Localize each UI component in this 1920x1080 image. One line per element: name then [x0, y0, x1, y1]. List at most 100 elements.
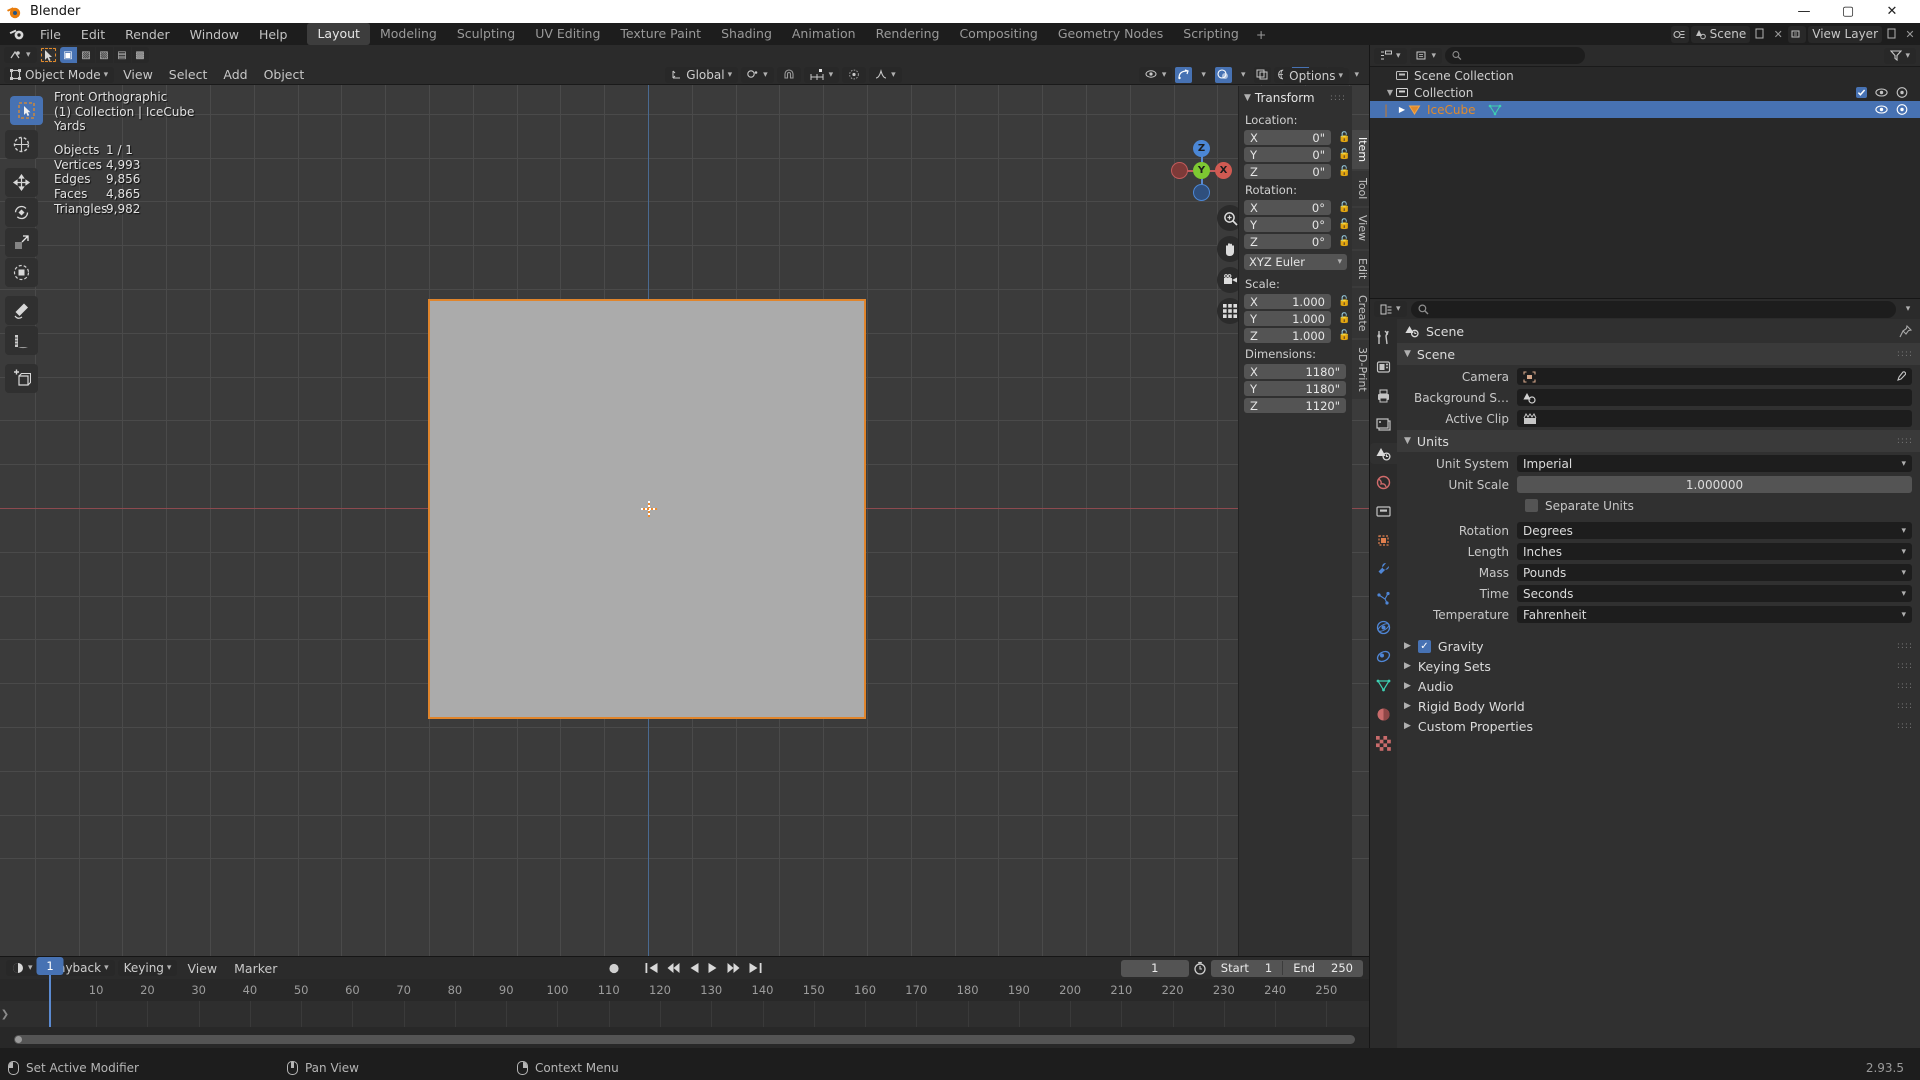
workspace-tab-layout[interactable]: Layout [307, 23, 370, 45]
rotation-x-field[interactable]: X 0° [1244, 200, 1331, 215]
lock-scale-x-icon[interactable]: 🔓 [1337, 296, 1352, 307]
timeline-menu-keying[interactable]: Keying ▾ [117, 960, 178, 976]
falloff-dropdown[interactable]: ▾ [869, 66, 902, 83]
menu-render[interactable]: Render [115, 25, 180, 44]
outliner-row-icecube[interactable]: | ▶ IceCube [1370, 101, 1920, 118]
pin-icon[interactable] [1899, 324, 1912, 338]
tool-cursor[interactable] [5, 130, 38, 159]
mode-selector[interactable]: Object Mode ▾ [4, 66, 115, 83]
current-frame-field[interactable]: 1 [1120, 959, 1189, 977]
properties-tab-object[interactable] [1373, 530, 1394, 551]
scene-browse-icon[interactable] [1670, 25, 1689, 43]
view-layer-field[interactable]: View Layer [1808, 25, 1882, 43]
temperature-units-dropdown[interactable]: Fahrenheit ▾ [1517, 606, 1912, 623]
snap-target-dropdown[interactable]: ▾ [803, 66, 840, 83]
gizmo-axis-neg-x[interactable] [1171, 162, 1188, 179]
pivot-point-dropdown[interactable]: ▾ [741, 66, 774, 83]
tool-measure[interactable] [5, 326, 38, 355]
gizmo-axis-x[interactable]: X [1215, 162, 1232, 179]
play-button[interactable] [707, 962, 718, 974]
lock-location-z-icon[interactable]: 🔓 [1337, 166, 1352, 177]
next-keyframe-button[interactable] [726, 962, 740, 974]
sidebar-tab-tool[interactable]: Tool [1352, 171, 1369, 207]
time-units-dropdown[interactable]: Seconds ▾ [1517, 585, 1912, 602]
sidebar-tab-edit[interactable]: Edit [1352, 250, 1369, 286]
properties-tab-view-layer[interactable] [1373, 414, 1394, 435]
sidebar-tab-3d-print[interactable]: 3D-Print [1352, 340, 1369, 400]
proportional-edit-button[interactable] [842, 66, 867, 83]
outliner-search-input[interactable] [1445, 47, 1586, 64]
tweak-tool-button[interactable] [39, 47, 57, 63]
overlays-toggle-button[interactable] [1214, 66, 1232, 83]
use-preview-range-icon[interactable] [1193, 961, 1207, 975]
lock-rotation-z-icon[interactable]: 🔓 [1337, 236, 1352, 247]
location-y-field[interactable]: Y 0" [1244, 147, 1331, 162]
playhead-marker[interactable]: 1 [36, 957, 64, 975]
gizmo-axis-neg-z[interactable] [1193, 184, 1210, 201]
start-frame-field[interactable]: Start 1 [1211, 961, 1284, 975]
blender-menu-icon[interactable] [4, 24, 30, 44]
workspace-tab-animation[interactable]: Animation [782, 23, 866, 45]
timeline-track-area[interactable] [0, 1001, 1369, 1027]
rotation-mode-dropdown[interactable]: XYZ Euler ▾ [1244, 254, 1347, 270]
units-section-header[interactable]: ▼ Units :::: [1397, 430, 1920, 452]
background-scene-field[interactable] [1517, 389, 1912, 406]
tool-transform[interactable] [5, 258, 38, 287]
viewport-menu-select[interactable]: Select [162, 66, 215, 83]
snap-magnet-button[interactable] [776, 66, 801, 83]
new-scene-icon[interactable] [1752, 26, 1768, 43]
outliner-row-scene-collection[interactable]: Scene Collection [1370, 67, 1920, 84]
workspace-tab-modeling[interactable]: Modeling [370, 23, 447, 45]
camera-render-icon[interactable] [1896, 87, 1908, 98]
select-intersect-button[interactable]: ▩ [131, 47, 149, 63]
menu-file[interactable]: File [30, 25, 71, 44]
gizmo-axis-z[interactable]: Z [1193, 140, 1210, 157]
jump-to-end-button[interactable] [748, 962, 762, 974]
tool-add-cube[interactable] [5, 364, 38, 393]
location-z-field[interactable]: Z 0" [1244, 164, 1331, 179]
outliner-editor-type-button[interactable]: ▾ [1374, 47, 1407, 64]
menu-window[interactable]: Window [180, 25, 249, 44]
workspace-tab-compositing[interactable]: Compositing [949, 23, 1047, 45]
timeline-horizontal-scrollbar[interactable] [14, 1035, 1355, 1044]
menu-edit[interactable]: Edit [71, 25, 115, 44]
scale-x-field[interactable]: X 1.000 [1244, 294, 1331, 309]
timeline-channel-expander[interactable]: ❯ [0, 1001, 10, 1027]
select-invert-button[interactable]: ▤ [113, 47, 131, 63]
maximize-button[interactable]: ▢ [1826, 0, 1870, 23]
lock-scale-z-icon[interactable]: 🔓 [1337, 330, 1352, 341]
rotation-units-dropdown[interactable]: Degrees ▾ [1517, 522, 1912, 539]
workspace-tab-geometry-nodes[interactable]: Geometry Nodes [1048, 23, 1173, 45]
eye-icon[interactable] [1875, 104, 1888, 115]
transform-orientation-dropdown[interactable]: Global ▾ [665, 66, 739, 83]
scene-section-header[interactable]: ▼ Scene :::: [1397, 343, 1920, 365]
overlays-dropdown[interactable]: ▾ [1235, 67, 1252, 83]
minimize-button[interactable]: — [1782, 0, 1826, 23]
new-view-layer-icon[interactable] [1884, 26, 1900, 43]
scene-name-field[interactable]: Scene [1690, 25, 1751, 43]
shading-dropdown[interactable]: ▾ [1348, 67, 1365, 83]
mesh-data-icon[interactable] [1488, 104, 1502, 116]
workspace-tab-shading[interactable]: Shading [711, 23, 782, 45]
timeline-menu-marker[interactable]: Marker [227, 960, 284, 977]
timeline-ruler[interactable]: 10 20 30 40 50 60 70 80 90 100 110 120 130 140 150 160 1… [0, 979, 1369, 1001]
scale-z-field[interactable]: Z 1.000 [1244, 328, 1331, 343]
outliner-display-mode-dropdown[interactable]: ▾ [1409, 47, 1443, 64]
delete-view-layer-icon[interactable]: ✕ [1902, 26, 1918, 43]
outliner-filter-button[interactable]: ▾ [1884, 47, 1916, 64]
outliner-search-field[interactable] [1465, 48, 1579, 63]
auto-keying-icon[interactable] [607, 962, 620, 975]
length-units-dropdown[interactable]: Inches ▾ [1517, 543, 1912, 560]
properties-tab-data[interactable] [1373, 675, 1394, 696]
workspace-tab-uv-editing[interactable]: UV Editing [525, 23, 610, 45]
tool-move[interactable] [5, 168, 38, 197]
properties-tab-constraints[interactable] [1373, 646, 1394, 667]
viewport-menu-object[interactable]: Object [257, 66, 312, 83]
expand-arrow-icon[interactable]: ▶ [1396, 105, 1408, 114]
properties-editor-type-button[interactable]: ▾ [1374, 301, 1407, 317]
rotation-y-field[interactable]: Y 0° [1244, 217, 1331, 232]
viewport-options-button[interactable]: Options ▾ [1283, 68, 1349, 84]
rigid-body-world-section[interactable]: ▶ Rigid Body World :::: [1397, 696, 1920, 716]
tool-annotate[interactable] [5, 296, 38, 325]
play-reverse-button[interactable] [688, 962, 699, 974]
